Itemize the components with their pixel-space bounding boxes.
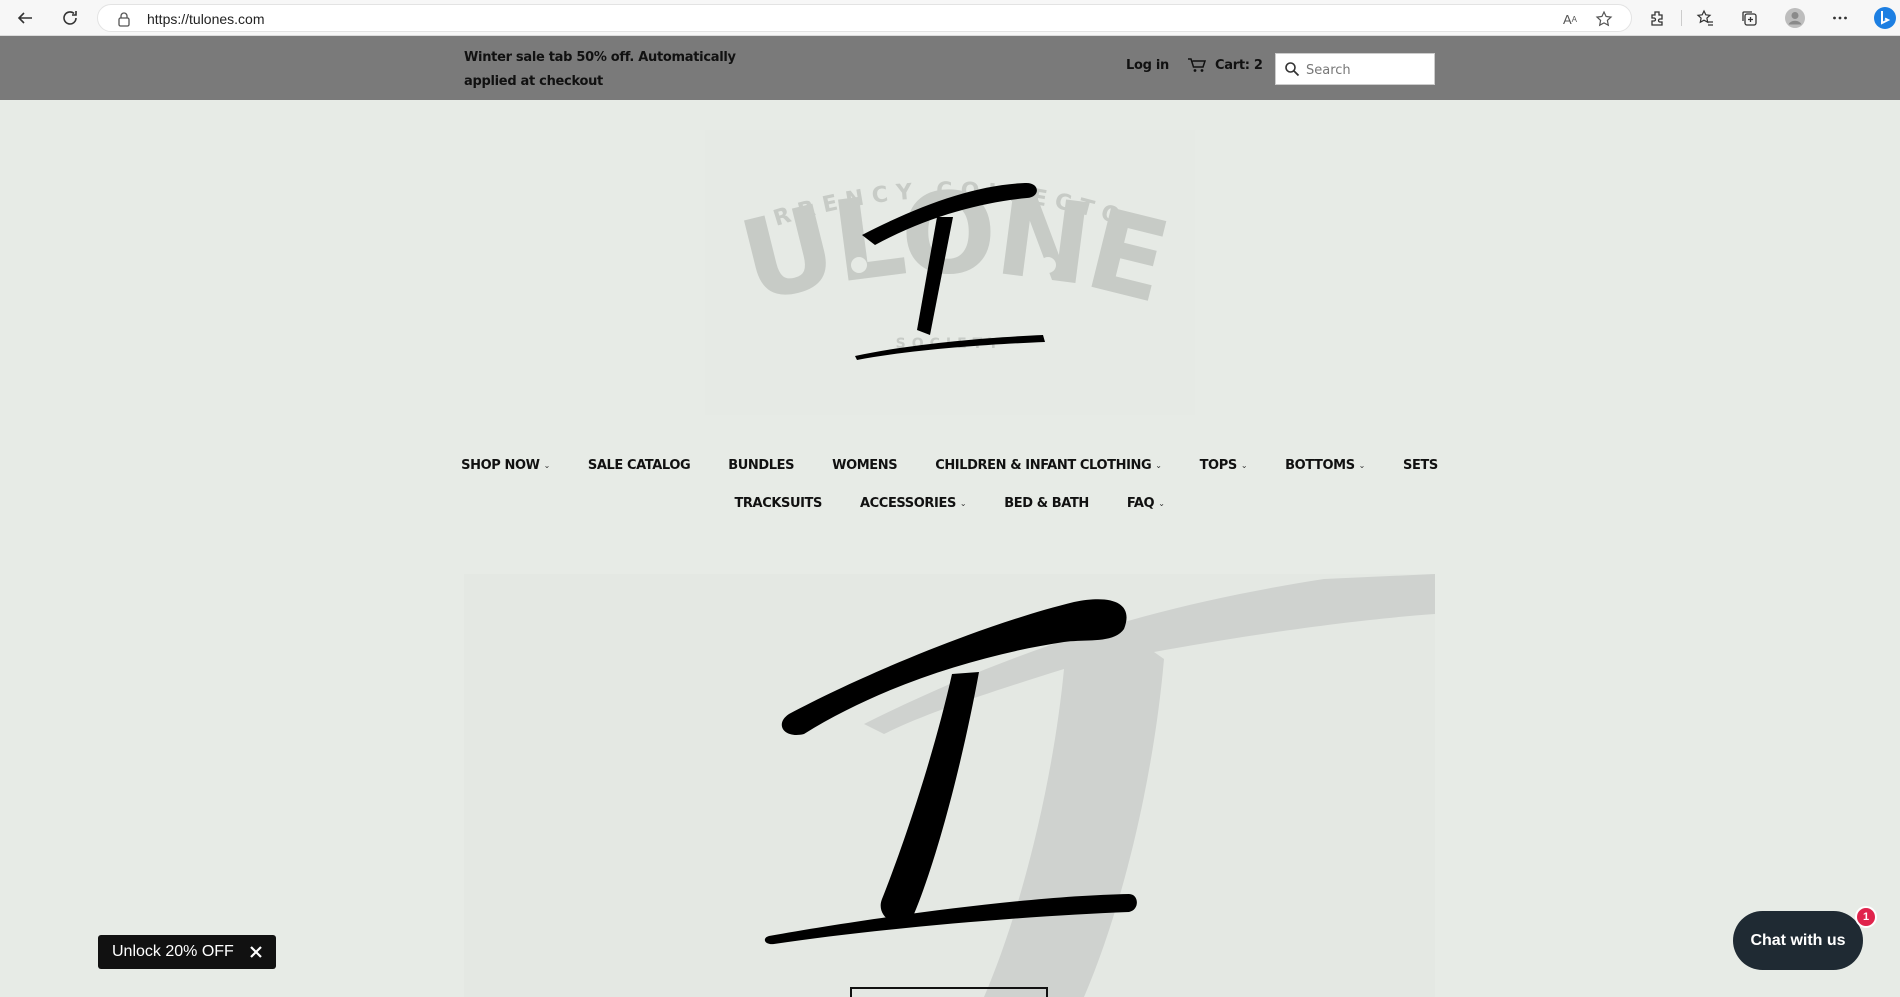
nav-womens[interactable]: WOMENS bbox=[813, 458, 916, 473]
unlock-label: Unlock 20% OFF bbox=[112, 943, 234, 960]
cart-link[interactable]: Cart: 2 bbox=[1187, 57, 1263, 73]
announcement-message: Winter sale tab 50% off. Automatically a… bbox=[464, 50, 736, 89]
hero-banner[interactable] bbox=[464, 574, 1435, 997]
announcement-bar: Winter sale tab 50% off. Automatically a… bbox=[0, 36, 1900, 100]
profile-avatar-icon[interactable] bbox=[1783, 6, 1807, 30]
more-menu-icon[interactable] bbox=[1828, 6, 1852, 30]
chevron-down-icon: ⌄ bbox=[1155, 460, 1162, 470]
nav-bottoms[interactable]: BOTTOMS ⌄ bbox=[1266, 458, 1384, 473]
main-navigation: SHOP NOW ⌄ SALE CATALOG BUNDLES WOMENS CH… bbox=[461, 446, 1438, 522]
read-aloud-icon[interactable]: AA bbox=[1560, 10, 1580, 28]
nav-sets[interactable]: SETS bbox=[1384, 458, 1457, 473]
lock-icon bbox=[118, 12, 130, 27]
address-bar[interactable]: https://tulones.com AA bbox=[97, 4, 1632, 32]
cart-label: Cart: 2 bbox=[1215, 57, 1263, 73]
hero-cta-button[interactable] bbox=[850, 987, 1048, 997]
back-icon[interactable] bbox=[12, 5, 38, 31]
url-text: https://tulones.com bbox=[147, 11, 265, 27]
toolbar-divider bbox=[1681, 10, 1682, 26]
chat-button[interactable]: Chat with us bbox=[1733, 911, 1863, 970]
site-logo[interactable]: CURRENCY COLLECTORS TULONES SOCIETY bbox=[667, 27, 1195, 415]
favorites-icon[interactable] bbox=[1693, 6, 1717, 30]
nav-tracksuits[interactable]: TRACKSUITS bbox=[715, 496, 841, 511]
browser-toolbar: https://tulones.com AA bbox=[0, 0, 1900, 36]
nav-accessories[interactable]: ACCESSORIES ⌄ bbox=[841, 496, 985, 511]
close-icon[interactable] bbox=[248, 944, 264, 960]
collections-icon[interactable] bbox=[1737, 6, 1761, 30]
unlock-discount-popup[interactable]: Unlock 20% OFF bbox=[98, 935, 276, 969]
nav-tops[interactable]: TOPS ⌄ bbox=[1181, 458, 1267, 473]
search-input[interactable] bbox=[1306, 59, 1430, 81]
nav-children-infant[interactable]: CHILDREN & INFANT CLOTHING ⌄ bbox=[916, 458, 1180, 473]
hero-logo-graphic bbox=[464, 574, 1435, 997]
nav-sale-catalog[interactable]: SALE CATALOG bbox=[569, 458, 709, 473]
chat-label: Chat with us bbox=[1750, 931, 1846, 949]
nav-row-1: SHOP NOW ⌄ SALE CATALOG BUNDLES WOMENS CH… bbox=[461, 446, 1438, 484]
favorite-star-icon[interactable] bbox=[1594, 10, 1614, 28]
nav-row-2: TRACKSUITS ACCESSORIES ⌄ BED & BATH FAQ ⌄ bbox=[464, 484, 1435, 522]
chevron-down-icon: ⌄ bbox=[543, 460, 551, 470]
search-icon bbox=[1285, 62, 1300, 77]
chevron-down-icon: ⌄ bbox=[959, 498, 967, 508]
cart-icon bbox=[1188, 58, 1207, 72]
nav-faq[interactable]: FAQ ⌄ bbox=[1108, 496, 1184, 511]
nav-bundles[interactable]: BUNDLES bbox=[709, 458, 813, 473]
nav-shop-now[interactable]: SHOP NOW ⌄ bbox=[442, 458, 569, 473]
refresh-icon[interactable] bbox=[57, 5, 83, 31]
chevron-down-icon: ⌄ bbox=[1358, 460, 1366, 470]
search-field[interactable] bbox=[1275, 53, 1435, 85]
bing-copilot-icon[interactable] bbox=[1873, 6, 1897, 30]
login-link[interactable]: Log in bbox=[1126, 58, 1169, 73]
chevron-down-icon: ⌄ bbox=[1240, 460, 1248, 470]
chevron-down-icon: ⌄ bbox=[1158, 498, 1165, 508]
extensions-icon[interactable] bbox=[1645, 6, 1669, 30]
nav-bed-bath[interactable]: BED & BATH bbox=[985, 496, 1108, 511]
chat-notification-badge: 1 bbox=[1855, 906, 1877, 928]
